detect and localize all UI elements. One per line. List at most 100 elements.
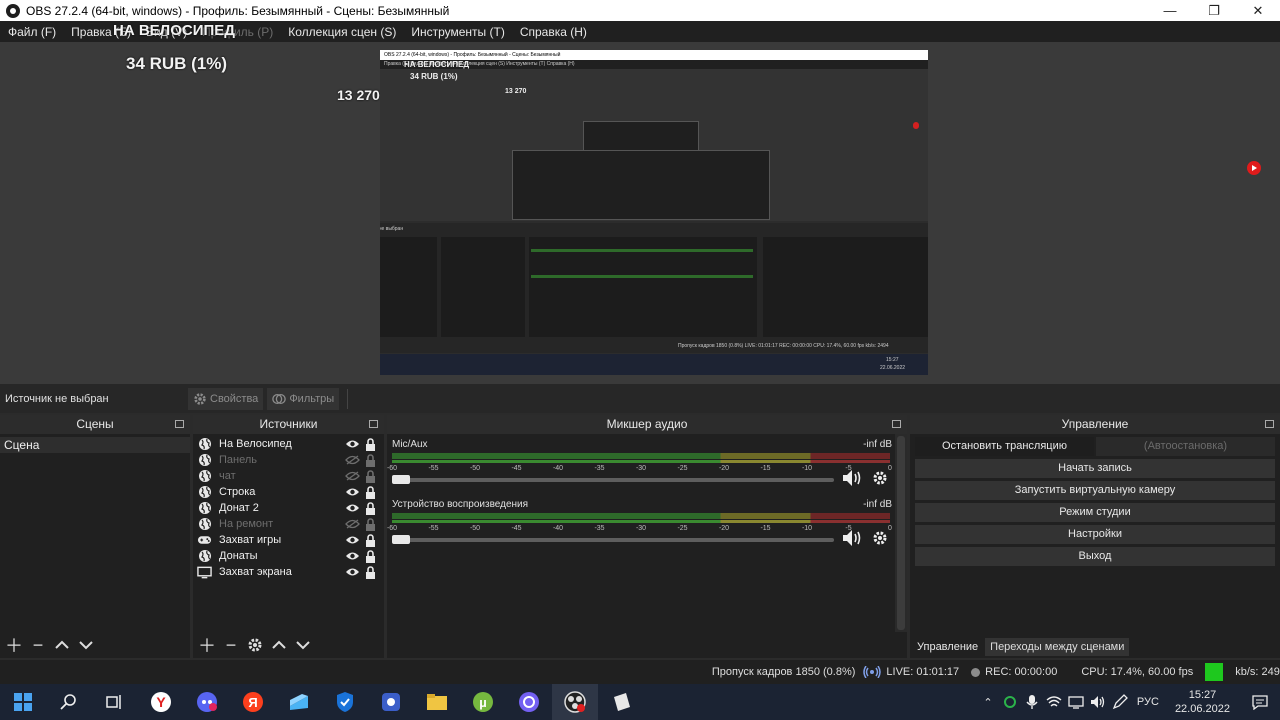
source-item[interactable]: На ремонт xyxy=(193,516,384,532)
source-item[interactable]: Захват игры xyxy=(193,532,384,548)
volume-icon[interactable] xyxy=(842,469,864,490)
eye-hidden-icon[interactable] xyxy=(345,471,360,484)
close-icon[interactable]: ✕ xyxy=(1236,0,1280,21)
volume-icon[interactable] xyxy=(842,529,864,550)
source-properties-button[interactable] xyxy=(245,635,265,655)
gear-icon xyxy=(248,638,262,652)
overlay-goal-title: НА ВЕЛОСИПЕД xyxy=(113,22,235,39)
yandex-browser-icon[interactable]: Y xyxy=(138,684,184,720)
viber-icon[interactable] xyxy=(506,684,552,720)
meter-scale: -60 -55 -50 -45 -40 -35 -30 -25 -20 -15 -10 -5 0 xyxy=(387,523,892,535)
eye-hidden-icon[interactable] xyxy=(345,455,360,468)
globe-icon xyxy=(197,454,212,467)
slider-knob[interactable] xyxy=(392,475,410,484)
source-item[interactable]: Донаты xyxy=(193,548,384,564)
auto-stop-button[interactable]: (Автоостановка) xyxy=(1096,437,1275,456)
meter-tick-label: -35 xyxy=(594,525,605,532)
eye-icon[interactable] xyxy=(345,487,360,500)
file-explorer-icon[interactable] xyxy=(414,684,460,720)
cpu-usage: CPU: 17.4%, 60.00 fps xyxy=(1081,666,1194,678)
microphone-icon[interactable] xyxy=(1021,694,1043,710)
volume-slider[interactable] xyxy=(392,475,834,484)
app-icon[interactable] xyxy=(276,684,322,720)
add-scene-button[interactable]: ＋ xyxy=(4,635,24,656)
meter-tick-label: -50 xyxy=(469,525,481,532)
gear-icon[interactable] xyxy=(872,470,888,489)
virtual-camera-button[interactable]: Запустить виртуальную камеру xyxy=(915,481,1275,500)
eye-icon[interactable] xyxy=(345,551,360,564)
move-up-button[interactable] xyxy=(52,635,72,655)
eye-icon[interactable] xyxy=(345,439,360,452)
menu-scene-collection[interactable]: Коллекция сцен (S) xyxy=(288,25,396,39)
undock-icon[interactable] xyxy=(892,420,901,428)
remove-source-button[interactable]: − xyxy=(221,635,241,655)
status-bar: Пропуск кадров 1850 (0.8%) LIVE: 01:01:1… xyxy=(0,660,1280,684)
chevron-up-icon[interactable]: ⌃ xyxy=(977,696,999,709)
eye-hidden-icon[interactable] xyxy=(345,519,360,532)
undock-icon[interactable] xyxy=(369,420,378,428)
language-indicator[interactable]: РУС xyxy=(1131,696,1165,708)
nested-mixer xyxy=(529,237,757,337)
eye-icon[interactable] xyxy=(345,535,360,548)
eye-icon[interactable] xyxy=(345,567,360,580)
start-recording-button[interactable]: Начать запись xyxy=(915,459,1275,478)
source-item[interactable]: Строка xyxy=(193,484,384,500)
source-item[interactable]: На Велосипед xyxy=(193,436,384,452)
track-db: -inf dB xyxy=(863,499,892,510)
scrollbar-thumb[interactable] xyxy=(897,436,905,630)
tab-transitions[interactable]: Переходы между сценами xyxy=(985,638,1130,656)
exit-button[interactable]: Выход xyxy=(915,547,1275,566)
eye-icon[interactable] xyxy=(345,503,360,516)
restore-icon[interactable]: ❐ xyxy=(1192,0,1236,21)
nested-sources xyxy=(441,237,525,337)
lock-icon[interactable] xyxy=(365,566,376,582)
add-source-button[interactable]: ＋ xyxy=(197,635,217,656)
meter-tick-label: -15 xyxy=(760,465,771,472)
scene-item[interactable]: Сцена xyxy=(0,437,190,453)
remove-scene-button[interactable]: − xyxy=(28,635,48,655)
tab-controls[interactable]: Управление xyxy=(912,638,984,656)
source-item[interactable]: Панель xyxy=(193,452,384,468)
source-item[interactable]: чат xyxy=(193,468,384,484)
task-view-icon[interactable] xyxy=(92,684,138,720)
preview-canvas[interactable]: НА ВЕЛОСИПЕД 34 RUB (1%) 13 270 OBS 27.2… xyxy=(0,22,1280,384)
network-icon[interactable] xyxy=(1065,695,1087,709)
properties-button[interactable]: Свойства xyxy=(188,387,264,410)
volume-slider[interactable] xyxy=(392,535,834,544)
source-item[interactable]: Донат 2 xyxy=(193,500,384,516)
app-icon[interactable] xyxy=(368,684,414,720)
utorrent-icon[interactable]: µ xyxy=(460,684,506,720)
security-icon[interactable] xyxy=(322,684,368,720)
wifi-icon[interactable] xyxy=(1043,695,1065,709)
yandex-icon[interactable]: Я xyxy=(230,684,276,720)
menu-help[interactable]: Справка (H) xyxy=(520,25,587,39)
gear-icon[interactable] xyxy=(872,530,888,549)
stop-stream-button[interactable]: Остановить трансляцию xyxy=(915,437,1094,456)
search-icon[interactable] xyxy=(46,684,92,720)
notification-icon[interactable] xyxy=(1240,694,1280,710)
clock[interactable]: 15:27 22.06.2022 xyxy=(1165,688,1240,716)
mixer-scrollbar[interactable] xyxy=(895,434,907,632)
obs-icon[interactable] xyxy=(552,684,598,720)
menu-file[interactable]: Файл (F) xyxy=(8,25,56,39)
status-ring-icon[interactable] xyxy=(999,695,1021,709)
source-item[interactable]: Захват экрана xyxy=(193,564,384,580)
pen-icon[interactable] xyxy=(1109,694,1131,710)
chevron-up-icon xyxy=(55,640,69,649)
volume-icon[interactable] xyxy=(1087,695,1109,709)
undock-icon[interactable] xyxy=(1265,420,1274,428)
move-down-button[interactable] xyxy=(293,635,313,655)
studio-mode-button[interactable]: Режим студии xyxy=(915,503,1275,522)
slider-knob[interactable] xyxy=(392,535,410,544)
meter-tick-label: -25 xyxy=(677,525,688,532)
move-up-button[interactable] xyxy=(269,635,289,655)
discord-icon[interactable] xyxy=(184,684,230,720)
app-icon[interactable] xyxy=(598,684,644,720)
menu-tools[interactable]: Инструменты (T) xyxy=(411,25,504,39)
minimize-icon[interactable]: — xyxy=(1148,0,1192,21)
filters-button[interactable]: Фильтры xyxy=(267,387,340,410)
undock-icon[interactable] xyxy=(175,420,184,428)
windows-start-icon[interactable] xyxy=(0,684,46,720)
settings-button[interactable]: Настройки xyxy=(915,525,1275,544)
move-down-button[interactable] xyxy=(76,635,96,655)
